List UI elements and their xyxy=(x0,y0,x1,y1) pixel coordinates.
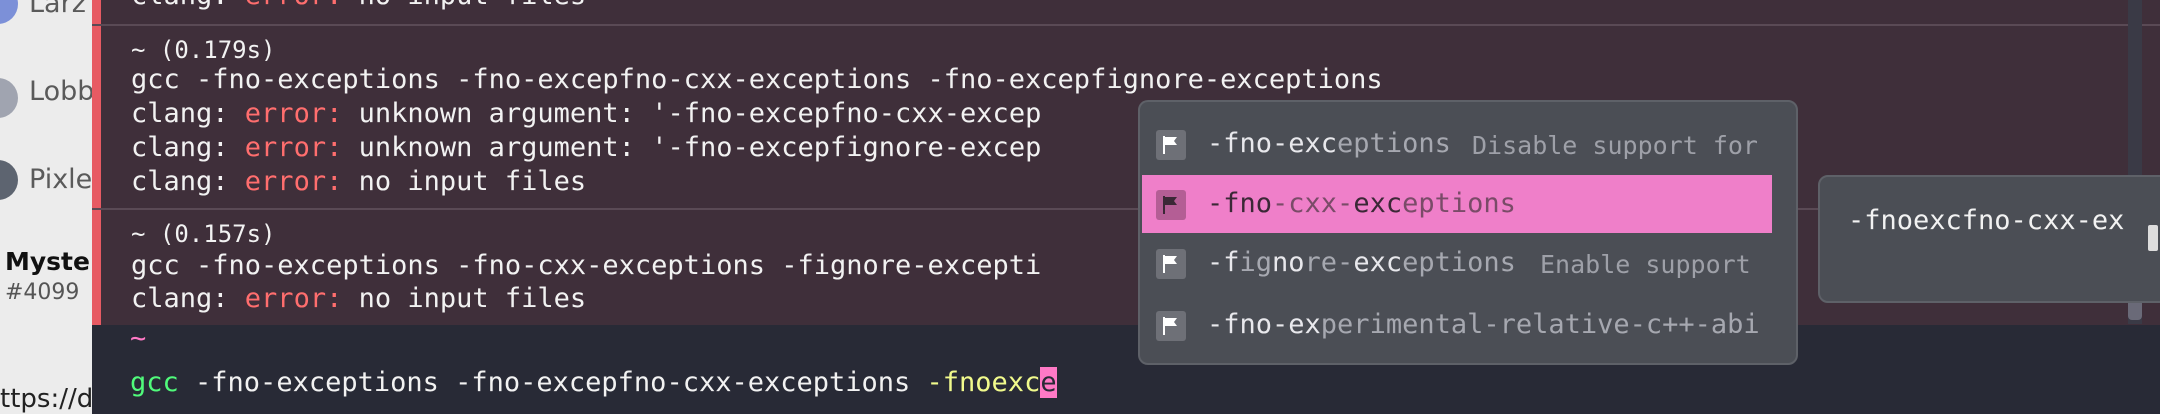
text-cursor: e xyxy=(1040,367,1057,398)
sidebar-item-pixle[interactable]: Pixle xyxy=(0,154,92,214)
completion-label: -fignore-exceptions xyxy=(1207,247,1516,278)
flag-icon xyxy=(1156,311,1186,341)
completion-description: Enable support for xyxy=(1540,250,1768,279)
command-args: -fno-exceptions -fno-excepfno-cxx-except… xyxy=(178,367,927,398)
sidebar-item-label: Pixle xyxy=(29,164,93,195)
left-sidebar: Larz Lobb Pixle Myster #4099 ttps://de xyxy=(0,0,109,414)
sidebar-item-label: Lobb xyxy=(29,76,95,107)
completion-detail-panel: -fnoexcfno-cxx-ex xyxy=(1818,175,2160,303)
channel-title[interactable]: Myster xyxy=(5,247,102,276)
flag-icon xyxy=(1156,130,1186,160)
avatar xyxy=(0,78,18,118)
command-duration: ~ (0.157s) xyxy=(131,220,276,248)
command-text: gcc -fno-exceptions -fno-excepfno-cxx-ex… xyxy=(131,64,1383,95)
completion-label: -fno-exceptions xyxy=(1207,128,1451,159)
completion-label: -fno-experimental-relative-c++-abi xyxy=(1207,309,1760,340)
output-line: clang: error: unknown argument: '-fno-ex… xyxy=(131,98,1042,129)
output-line: clang: error: no input files xyxy=(131,166,587,197)
completion-description: Disable support for exce xyxy=(1472,131,1767,160)
resize-handle-icon[interactable] xyxy=(2148,225,2158,251)
completion-label: -fno-cxx-exceptions xyxy=(1207,188,1516,219)
channel-number: #4099 xyxy=(5,280,80,305)
avatar xyxy=(0,160,18,200)
sidebar-item-label: Larz xyxy=(29,0,86,19)
command-name: gcc xyxy=(130,367,179,398)
sidebar-item-lobb[interactable]: Lobb xyxy=(0,72,95,132)
output-line: clang: error: no input files xyxy=(131,283,587,314)
completion-item[interactable]: -fignore-exceptions Enable support for xyxy=(1142,234,1772,292)
prompt-directory: ~ xyxy=(130,323,147,354)
completion-item-selected[interactable]: -fno-cxx-exceptions xyxy=(1142,175,1772,233)
flag-icon xyxy=(1156,190,1186,220)
completion-menu[interactable]: -fno-exceptions Disable support for exce… xyxy=(1138,100,1798,365)
output-line: clang: error: no input files xyxy=(131,0,586,11)
command-text: gcc -fno-exceptions -fno-cxx-exceptions … xyxy=(131,250,1042,281)
completion-item[interactable]: -fno-exceptions Disable support for exce xyxy=(1142,115,1772,173)
command-input[interactable]: gcc -fno-exceptions -fno-excepfno-cxx-ex… xyxy=(130,367,1057,398)
sidebar-item-larz[interactable]: Larz xyxy=(0,0,92,38)
output-line: clang: error: unknown argument: '-fno-ex… xyxy=(131,132,1042,163)
command-block: clang: error: no input files xyxy=(92,0,2160,24)
completion-detail-text: -fnoexcfno-cxx-ex xyxy=(1848,205,2125,236)
command-duration: ~ (0.179s) xyxy=(131,36,276,64)
current-token: -fnoexc xyxy=(926,367,1041,398)
avatar xyxy=(0,0,18,24)
completion-item[interactable]: -fno-experimental-relative-c++-abi xyxy=(1142,296,1772,354)
flag-icon xyxy=(1156,249,1186,279)
input-editor[interactable]: ~ gcc -fno-exceptions -fno-excepfno-cxx-… xyxy=(92,323,2160,414)
